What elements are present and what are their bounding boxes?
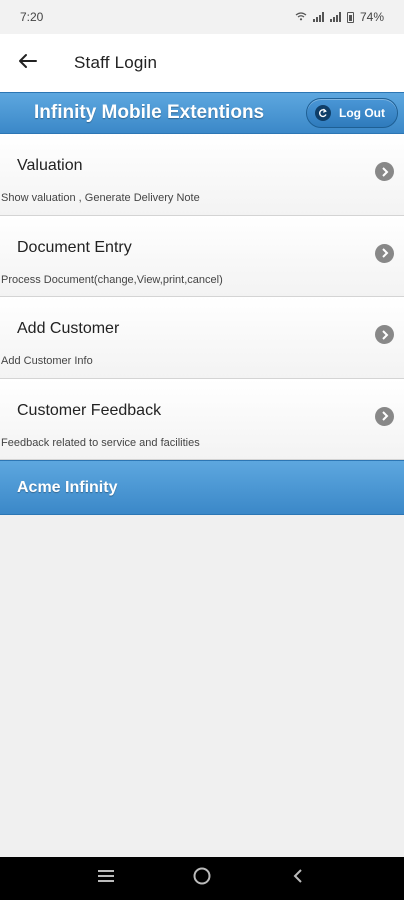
menu-item-label: Customer Feedback [17, 401, 162, 419]
menu-item-document-entry[interactable]: Document Entry Process Document(change,V… [0, 215, 404, 297]
logout-icon [315, 105, 332, 121]
app-bar: Staff Login [0, 34, 404, 92]
arrow-left-icon [17, 53, 37, 74]
logout-button[interactable]: Log Out [306, 98, 398, 128]
status-bar: 7:20 74% [0, 0, 404, 34]
chevron-right-icon [375, 243, 394, 263]
menu-item-description: Feedback related to service and faciliti… [1, 436, 200, 449]
menu-item-description: Show valuation , Generate Delivery Note [1, 192, 200, 204]
system-back-button[interactable] [278, 859, 318, 899]
home-circle-icon [193, 867, 211, 890]
wifi-icon [295, 10, 307, 24]
menu-lines-icon [97, 869, 115, 888]
chevron-left-icon [292, 868, 304, 889]
menu-item-description: Process Document(change,View,print,cance… [1, 273, 223, 286]
menu-item-add-customer[interactable]: Add Customer Add Customer Info [0, 297, 404, 379]
status-time: 7:20 [20, 10, 44, 24]
chevron-right-icon [375, 406, 394, 426]
page-title: Staff Login [74, 53, 158, 72]
menu-item-customer-feedback[interactable]: Customer Feedback Feedback related to se… [0, 378, 404, 460]
system-nav-bar [0, 857, 404, 900]
menu-item-label: Valuation [17, 157, 83, 174]
brand-title: Infinity Mobile Extentions [34, 102, 265, 123]
menu-item-valuation[interactable]: Valuation Show valuation , Generate Deli… [0, 134, 404, 216]
menu-item-description: Add Customer Info [1, 355, 93, 367]
signal-icon [312, 12, 324, 22]
menu-item-label: Add Customer [17, 320, 120, 337]
logout-label: Log Out [339, 106, 385, 120]
chevron-right-icon [375, 162, 394, 181]
recent-apps-button[interactable] [86, 859, 126, 899]
home-button[interactable] [182, 859, 222, 899]
battery-level: 74% [359, 10, 384, 24]
back-button[interactable] [0, 34, 54, 92]
brand-header: Infinity Mobile Extentions Log Out [0, 92, 404, 134]
status-icons: 74% [295, 10, 384, 24]
battery-icon [346, 11, 354, 23]
footer-bar: Acme Infinity [0, 460, 404, 515]
menu-list: Valuation Show valuation , Generate Deli… [0, 134, 404, 460]
chevron-right-icon [375, 325, 394, 344]
footer-text: Acme Infinity [17, 478, 118, 496]
signal-icon-2 [329, 12, 341, 22]
menu-item-label: Document Entry [17, 238, 132, 256]
